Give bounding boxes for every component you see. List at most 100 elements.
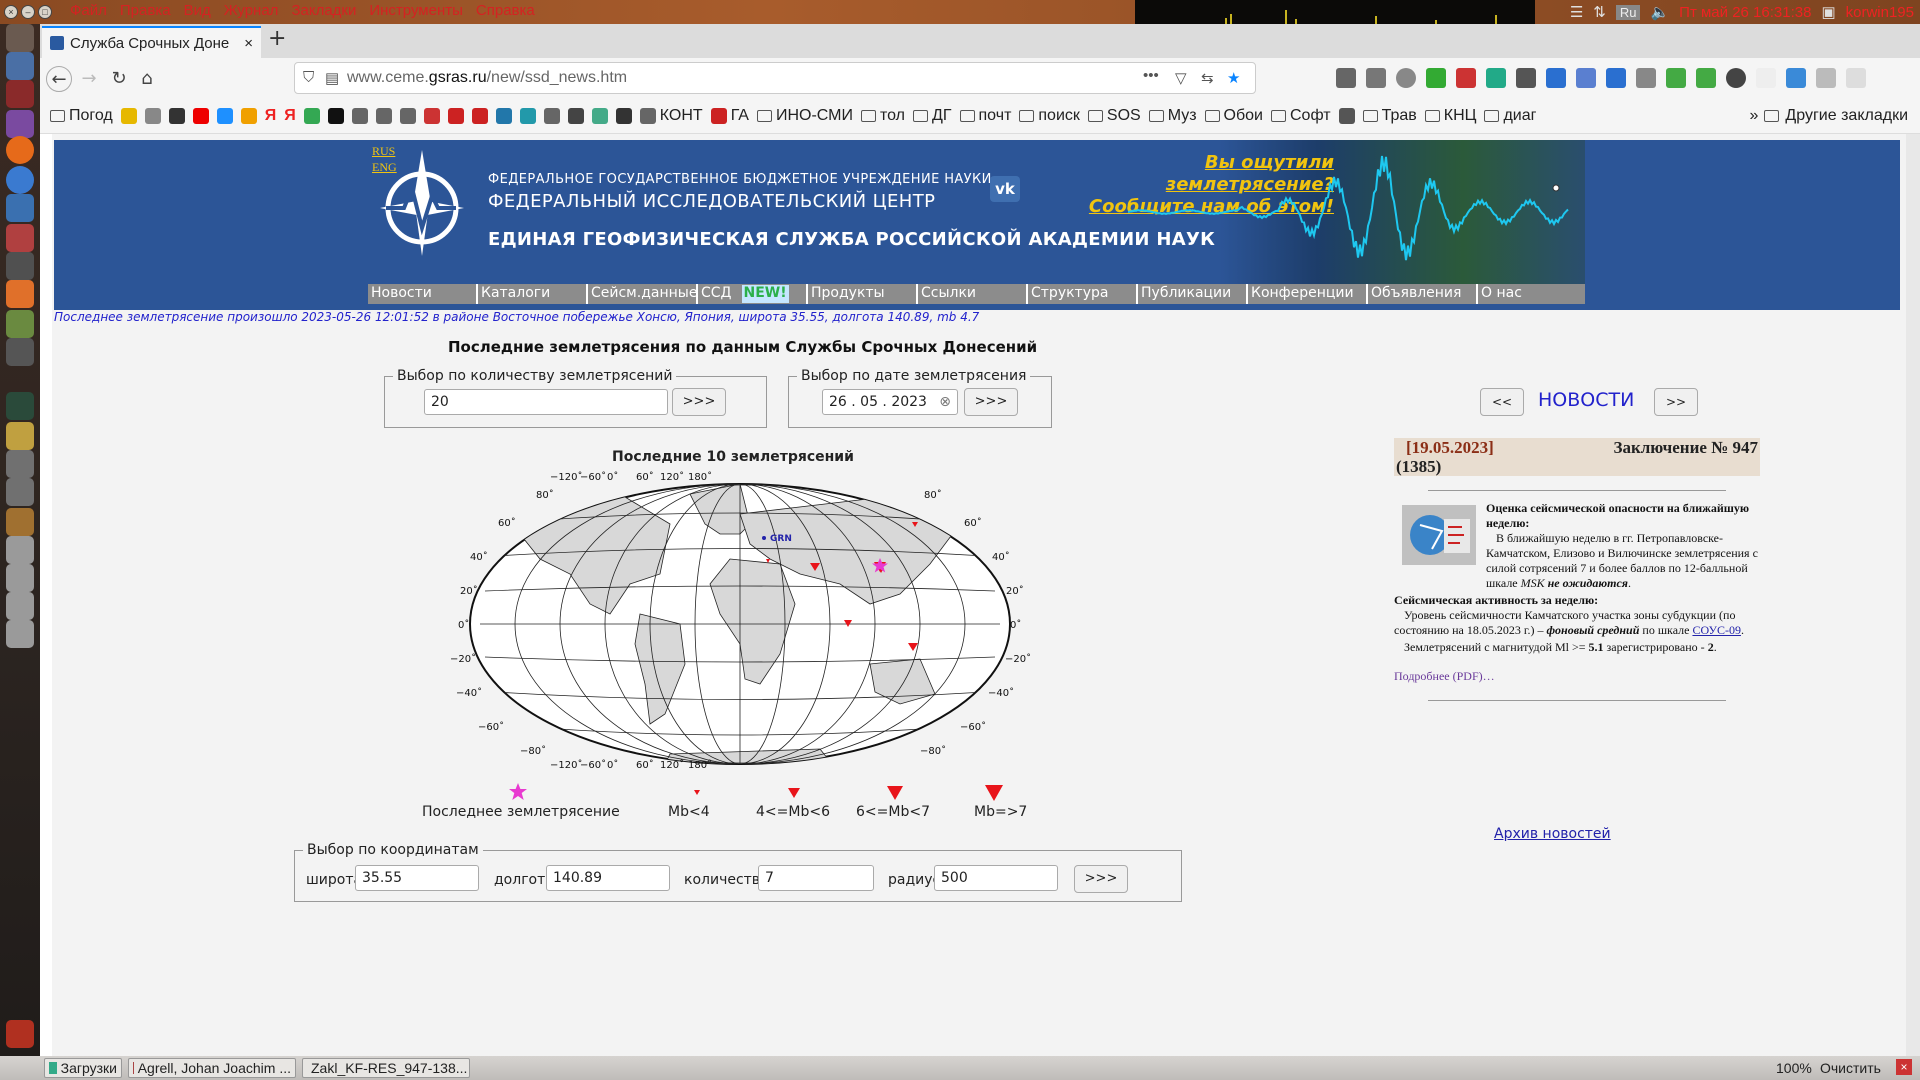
nav-products[interactable]: Продукты [808, 284, 918, 304]
sous-link[interactable]: СОУС-09 [1692, 623, 1741, 637]
bookmark-item[interactable] [591, 108, 608, 124]
extension-icon[interactable] [1486, 68, 1506, 88]
nav-structure[interactable]: Структура [1028, 284, 1138, 304]
bookmark-item[interactable] [303, 108, 320, 124]
taskbar-item-downloads[interactable]: Загрузки [44, 1058, 122, 1078]
bookmark-item[interactable] [423, 108, 440, 124]
library-icon[interactable] [1336, 68, 1356, 88]
download-ext-icon[interactable] [1696, 68, 1716, 88]
nav-about[interactable]: О нас [1478, 284, 1575, 304]
nav-announcements[interactable]: Объявления [1368, 284, 1478, 304]
account-icon[interactable] [1396, 68, 1416, 88]
bookmark-item[interactable]: Я [284, 107, 296, 125]
bookmark-item[interactable] [447, 108, 464, 124]
extension-icon[interactable] [1816, 68, 1836, 88]
drive-icon[interactable] [6, 592, 34, 620]
bookmark-item[interactable] [399, 108, 416, 124]
bookmark-folder[interactable]: Софт [1270, 107, 1331, 125]
extension-icon[interactable] [1456, 68, 1476, 88]
bookmark-item[interactable]: КОНТ [639, 107, 703, 125]
extension-icon[interactable] [1666, 68, 1686, 88]
news-next-button[interactable]: >> [1654, 388, 1698, 416]
tab-active[interactable]: Служба Срочных Доне × [42, 26, 261, 58]
bookmark-folder[interactable]: КНЦ [1424, 107, 1476, 125]
trash-icon[interactable] [6, 1020, 34, 1048]
chromium-icon[interactable] [6, 166, 34, 194]
firefox-icon[interactable] [6, 136, 34, 164]
keyboard-layout[interactable]: Ru [1615, 4, 1641, 20]
back-app-icon[interactable] [6, 110, 34, 138]
date-input[interactable]: 26 . 05 . 2023 ⊗ [822, 389, 958, 415]
bookmark-folder[interactable]: поиск [1019, 107, 1080, 125]
extension-icon[interactable] [1726, 68, 1746, 88]
bookmark-folder[interactable]: Обои [1204, 107, 1263, 125]
bookmark-item[interactable]: ГА [710, 107, 749, 125]
drive-icon[interactable] [6, 564, 34, 592]
count-submit-button[interactable]: >>> [672, 388, 726, 416]
other-bookmarks[interactable]: » Другие закладки [1750, 107, 1909, 125]
date-submit-button[interactable]: >>> [964, 388, 1018, 416]
clear-date-icon[interactable]: ⊗ [939, 390, 951, 414]
nav-catalogs[interactable]: Каталоги [478, 284, 588, 304]
world-map[interactable]: −120˚ −60˚ 0˚ 60˚ 120˚ 180˚ −120˚ −60˚ 0… [440, 464, 1040, 774]
bookmark-item[interactable] [615, 108, 632, 124]
latitude-input[interactable]: 35.55 [355, 865, 479, 891]
clear-button[interactable]: Очистить [1820, 1060, 1881, 1076]
bookmark-item[interactable] [144, 108, 161, 124]
bookmark-item[interactable] [192, 108, 209, 124]
page-info-icon[interactable]: ▤ [325, 69, 339, 87]
last-quake-text[interactable]: Последнее землетрясение произошло 2023-0… [54, 310, 979, 324]
vk-icon[interactable]: vk [990, 176, 1020, 202]
translate-ext-icon[interactable] [1576, 68, 1596, 88]
coords-count-input[interactable]: 7 [758, 865, 874, 891]
bookmark-item[interactable] [543, 108, 560, 124]
bookmark-folder[interactable]: ИНО-СМИ [756, 107, 853, 125]
bookmark-item[interactable] [519, 108, 536, 124]
terminal-icon[interactable] [6, 80, 34, 108]
document-icon[interactable] [6, 194, 34, 222]
media-player-icon[interactable] [6, 252, 34, 280]
page-actions-icon[interactable]: ••• [1143, 67, 1159, 84]
drive-icon[interactable] [6, 620, 34, 648]
longitude-input[interactable]: 140.89 [546, 865, 670, 891]
bookmark-folder[interactable]: Трав [1362, 107, 1417, 125]
sidebar-icon[interactable] [1366, 68, 1386, 88]
volume-icon[interactable]: 🔈 [1650, 3, 1669, 21]
extension-icon[interactable] [1426, 68, 1446, 88]
network-icon[interactable]: ⇅ [1593, 3, 1606, 21]
archive-icon[interactable] [6, 508, 34, 536]
files-icon[interactable] [6, 310, 34, 338]
radius-input[interactable]: 500 [934, 865, 1058, 891]
news-archive-link[interactable]: Архив новостей [1494, 826, 1611, 842]
settings-icon[interactable] [6, 224, 34, 252]
window-maximize-icon[interactable]: □ [38, 5, 52, 19]
menu-edit[interactable]: Правка [120, 2, 171, 19]
bookmark-folder[interactable]: Погод [50, 107, 113, 125]
count-input[interactable]: 20 [424, 389, 668, 415]
bookmark-item[interactable] [327, 108, 344, 124]
system-monitor-icon[interactable] [6, 392, 34, 420]
clock[interactable]: Пт май 26 16:31:38 [1679, 4, 1811, 21]
bookmark-item[interactable] [375, 108, 392, 124]
game-icon[interactable] [6, 450, 34, 478]
bookmark-item[interactable] [351, 108, 368, 124]
zoom-level[interactable]: 100% [1776, 1060, 1812, 1076]
app-store-icon[interactable] [6, 280, 34, 308]
extension-icon[interactable] [1636, 68, 1656, 88]
window-minimize-icon[interactable]: – [21, 5, 35, 19]
dash-icon[interactable] [6, 24, 34, 52]
menu-history[interactable]: Журнал [224, 2, 279, 19]
extension-icon[interactable] [1546, 68, 1566, 88]
user-name[interactable]: korwin195 [1846, 4, 1914, 21]
address-bar[interactable]: ⛉ ▤ www.ceme. gsras.ru/new/ssd_news.htm •… [294, 62, 1256, 94]
calculator-icon[interactable] [6, 478, 34, 506]
pdf-more-link[interactable]: Подробнее (PDF)… [1394, 669, 1760, 684]
nav-news[interactable]: Новости [368, 284, 478, 304]
close-icon[interactable]: × [1896, 1059, 1912, 1075]
bookmark-item[interactable] [216, 108, 233, 124]
back-icon[interactable]: ← [46, 66, 72, 92]
window-close-icon[interactable]: × [4, 5, 18, 19]
updater-icon[interactable] [6, 338, 34, 366]
page-scrollbar[interactable] [1906, 134, 1920, 1056]
news-prev-button[interactable]: << [1480, 388, 1524, 416]
